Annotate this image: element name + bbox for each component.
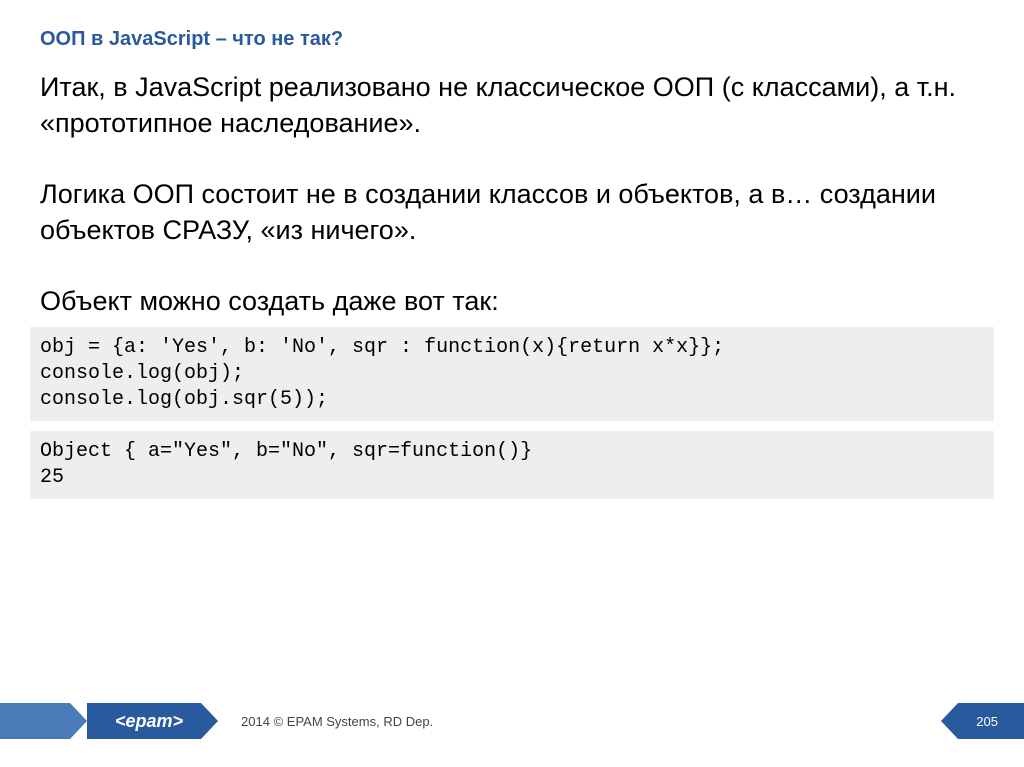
- page-number: 205: [958, 703, 1024, 739]
- paragraph-2: Логика ООП состоит не в создании классов…: [40, 176, 984, 249]
- footer-logo-wrap: <epam>: [87, 703, 201, 739]
- epam-logo: <epam>: [115, 711, 183, 732]
- slide-content: Итак, в JavaScript реализовано не класси…: [0, 69, 1024, 319]
- slide-footer: <epam> 2014 © EPAM Systems, RD Dep. 205: [0, 703, 1024, 739]
- footer-copyright: 2014 © EPAM Systems, RD Dep.: [241, 714, 433, 729]
- slide-title: ООП в JavaScript – что не так?: [0, 0, 1024, 69]
- code-input-block: obj = {a: 'Yes', b: 'No', sqr : function…: [30, 327, 994, 421]
- paragraph-3: Объект можно создать даже вот так:: [40, 283, 984, 319]
- paragraph-1: Итак, в JavaScript реализовано не класси…: [40, 69, 984, 142]
- code-output-block: Object { a="Yes", b="No", sqr=function()…: [30, 431, 994, 499]
- footer-accent-shape: [0, 703, 70, 739]
